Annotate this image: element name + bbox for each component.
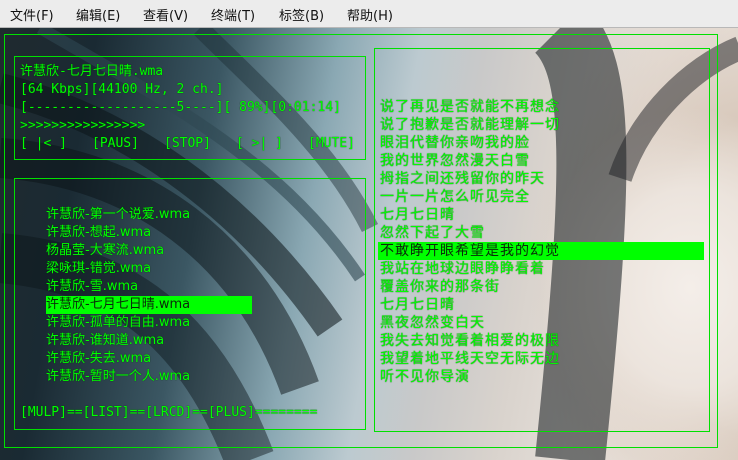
lyric-line: 我望着地平线天空无际无边 — [380, 351, 560, 367]
playlist-item[interactable]: 许慧欣-孤单的自由.wma — [46, 314, 190, 332]
lyric-line: 七月七日晴 — [380, 207, 455, 223]
lyric-line: 听不见你导演 — [380, 369, 470, 385]
lyric-line-current: 不敢睁开眼希望是我的幻觉 — [378, 242, 704, 260]
panel-switch-bar[interactable]: [MULP]==[LIST]==[LRCD]==[PLUS]======== — [20, 404, 317, 422]
lyric-line: 一片一片怎么听见完全 — [380, 189, 530, 205]
menu-file[interactable]: 文件(F) — [10, 5, 54, 24]
lyric-line: 我的世界忽然漫天白雪 — [380, 153, 530, 169]
next-button[interactable]: [ >| ] — [236, 135, 283, 153]
playlist-item[interactable]: 许慧欣-失去.wma — [46, 350, 151, 368]
menu-edit[interactable]: 编辑(E) — [76, 5, 120, 24]
playlist-item[interactable]: 许慧欣-雪.wma — [46, 278, 138, 296]
lyric-line: 忽然下起了大雪 — [380, 225, 485, 241]
playlist-item[interactable]: 梁咏琪-错觉.wma — [46, 260, 151, 278]
pause-button[interactable]: [PAUS] — [92, 135, 139, 153]
lyric-line: 黑夜忽然变白天 — [380, 315, 485, 331]
playlist-item[interactable]: 杨晶莹-大寒流.wma — [46, 242, 164, 260]
menu-bar: 文件(F) 编辑(E) 查看(V) 终端(T) 标签(B) 帮助(H) — [0, 0, 738, 28]
playlist-item[interactable]: 许慧欣-想起.wma — [46, 224, 151, 242]
menu-help[interactable]: 帮助(H) — [347, 5, 393, 24]
lyric-line: 覆盖你来的那条街 — [380, 279, 500, 295]
menu-tabs[interactable]: 标签(B) — [279, 5, 324, 24]
lyric-line: 拇指之间还残留你的昨天 — [380, 171, 545, 187]
lyric-line: 我失去知觉看着相爱的极限 — [380, 333, 560, 349]
stop-button[interactable]: [STOP] — [164, 135, 211, 153]
audio-info: [64 Kbps][44100 Hz, 2 ch.] — [20, 82, 224, 97]
lyric-line: 说了抱歉是否就能理解一切 — [380, 117, 560, 133]
progress-bar[interactable]: [-------------------5----][ 89%][0:01:14… — [20, 99, 341, 117]
menu-terminal[interactable]: 终端(T) — [211, 5, 255, 24]
playlist-item[interactable]: 许慧欣-暂时一个人.wma — [46, 368, 190, 386]
playlist-item-current[interactable]: 许慧欣-七月七日晴.wma — [46, 296, 252, 314]
seek-bar[interactable]: >>>>>>>>>>>>>>>> — [20, 117, 145, 135]
lyric-line: 眼泪代替你亲吻我的脸 — [380, 135, 530, 151]
lyric-line: 说了再见是否就能不再想念 — [380, 99, 560, 115]
mute-button[interactable]: [MUTE] — [308, 135, 355, 153]
menu-view[interactable]: 查看(V) — [143, 5, 188, 24]
prev-button[interactable]: [ |< ] — [20, 135, 67, 153]
playlist-item[interactable]: 许慧欣-谁知道.wma — [46, 332, 164, 350]
now-playing-title: 许慧欣-七月七日晴.wma — [20, 64, 164, 79]
playlist-item[interactable]: 许慧欣-第一个说爱.wma — [46, 206, 190, 224]
lyric-line: 七月七日晴 — [380, 297, 455, 313]
lyric-line: 我站在地球边眼睁睁看着 — [380, 261, 545, 277]
terminal-area[interactable]: 许慧欣-七月七日晴.wma [64 Kbps][44100 Hz, 2 ch.]… — [0, 28, 738, 460]
